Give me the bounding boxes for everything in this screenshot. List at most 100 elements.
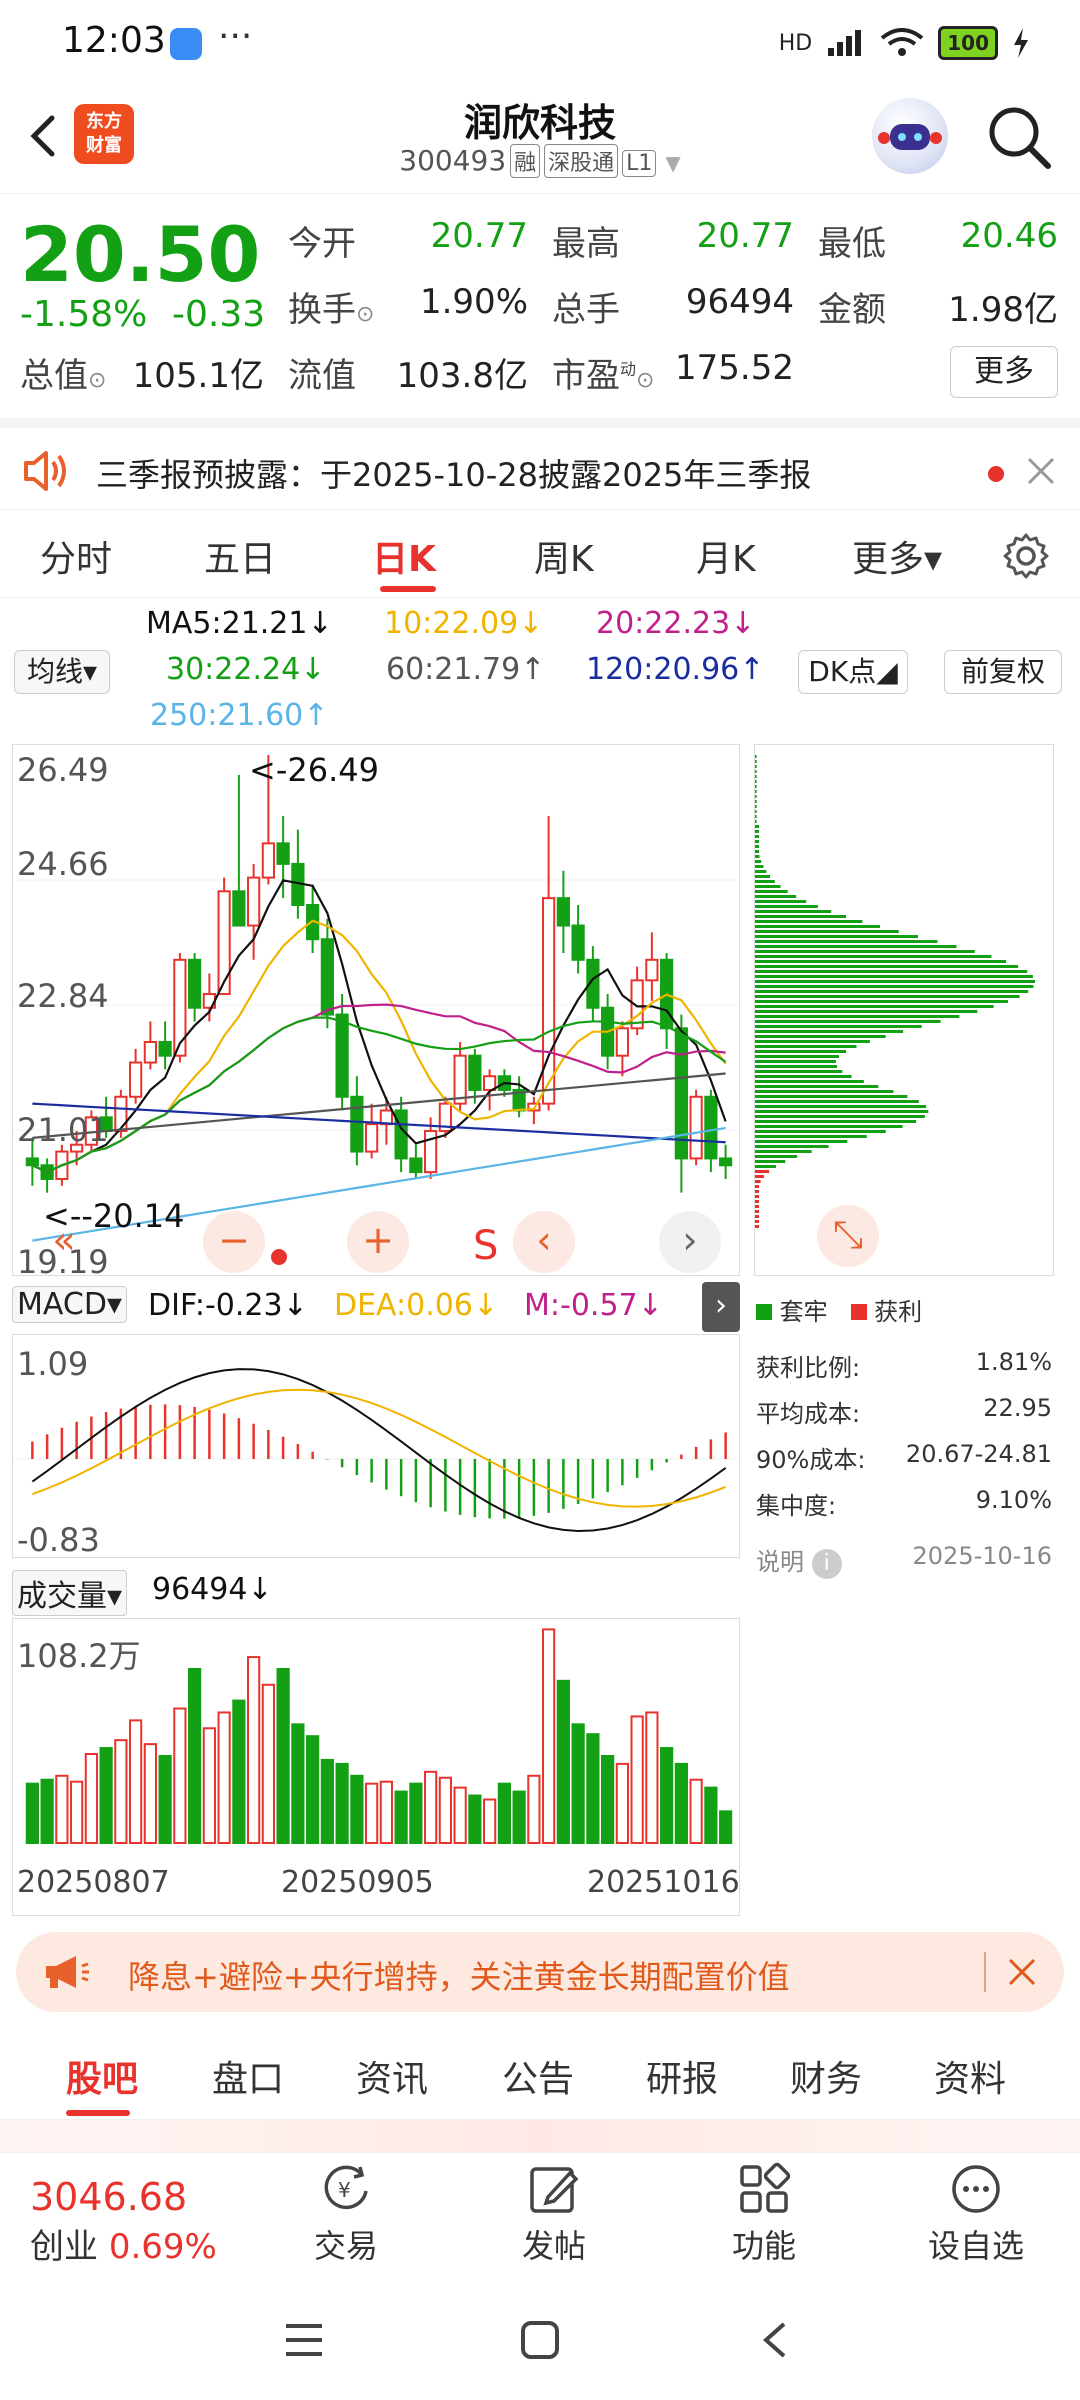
tab-daily-k[interactable]: 日K [372, 530, 436, 582]
candle-body [158, 1040, 172, 1057]
promo-banner[interactable]: 降息+避险+央行增持，关注黄金长期配置价值 [16, 1932, 1064, 2012]
tab-finance[interactable]: 财务 [790, 2050, 862, 2102]
nav-back-icon[interactable] [760, 2320, 790, 2360]
macd-legend: MACD▾ DIF:-0.23↓ DEA:0.06↓ M:-0.57↓ › [12, 1282, 740, 1332]
status-time: 12:03 [62, 20, 166, 61]
tab-more[interactable]: 更多▾ [852, 530, 942, 582]
chip-bar [755, 830, 759, 833]
tab-news[interactable]: 资讯 [356, 2050, 428, 2102]
post-button[interactable]: 发帖 [484, 2161, 624, 2267]
tab-orderbook[interactable]: 盘口 [212, 2050, 284, 2102]
chip-bar [755, 1160, 786, 1163]
zoom-out-button[interactable]: − [203, 1211, 265, 1273]
tab-announcements[interactable]: 公告 [502, 2050, 574, 2102]
volume-bar [320, 1758, 334, 1844]
dk-point-button[interactable]: DK点◢ [798, 650, 908, 694]
ma-toggle[interactable]: 均线▾ [14, 650, 110, 694]
tab-weekly-k[interactable]: 周K [534, 530, 594, 582]
add-watchlist-button[interactable]: 设自选 [906, 2161, 1046, 2267]
chip-bar [755, 1020, 941, 1023]
tab-forum[interactable]: 股吧 [66, 2050, 138, 2102]
macd-toggle[interactable]: MACD▾ [12, 1286, 127, 1323]
notice-bar[interactable]: 三季报预披露：于2025-10-28披露2025年三季报 [0, 418, 1080, 510]
index-ticker[interactable]: 3046.68 创业 0.69% [30, 2175, 250, 2268]
volume-bar [158, 1754, 172, 1844]
volume-bar [188, 1667, 202, 1845]
candle-body [719, 1157, 733, 1167]
volume-chart[interactable]: 108.2万 20250807 20250905 20251016 [12, 1618, 740, 1916]
chip-bar [755, 805, 757, 808]
assistant-robot-icon[interactable] [872, 98, 948, 174]
chip-bar [755, 910, 832, 913]
volume-bar [719, 1810, 733, 1845]
amount-value: 1.98亿 [948, 290, 1058, 330]
more-circle-icon [952, 2165, 1000, 2213]
tag-connect: 深股通 [544, 144, 619, 178]
chip-bar [755, 1080, 864, 1083]
adjust-button[interactable]: 前复权 [944, 650, 1062, 694]
ma5-value: MA5:21.21↓ [146, 606, 333, 641]
functions-button[interactable]: 功能 [694, 2161, 834, 2267]
scroll-left-icon[interactable]: « [33, 1211, 95, 1273]
banner-close-icon[interactable] [1006, 1956, 1038, 1988]
volume-bar [84, 1752, 98, 1844]
macd-chart[interactable]: 1.09 -0.83 [12, 1334, 741, 1559]
close-icon[interactable] [1026, 456, 1056, 486]
candle-body [645, 958, 659, 982]
tab-5day[interactable]: 五日 [204, 530, 276, 582]
low-label: 最低 [818, 224, 886, 264]
settings-gear-icon[interactable] [1002, 532, 1050, 580]
chip-bar [755, 935, 918, 938]
macd-svg [13, 1368, 741, 1532]
chip-bar [755, 1085, 879, 1088]
chip-bar [755, 1070, 843, 1073]
chip-distribution[interactable]: ⤡ [754, 744, 1054, 1276]
chip-bar [755, 875, 771, 878]
chip-bar [755, 1050, 847, 1053]
volume-bar [512, 1790, 526, 1844]
tab-intraday[interactable]: 分时 [40, 530, 112, 582]
chip-bar [755, 1105, 927, 1108]
chip-bar [755, 825, 759, 828]
search-icon[interactable] [984, 102, 1054, 172]
candle-body [188, 958, 202, 1009]
indicator-expand-icon[interactable]: › [702, 1282, 740, 1332]
svg-text:¥: ¥ [338, 2178, 351, 2202]
x-tick-3: 20251016 [587, 1865, 740, 1900]
trade-button[interactable]: ¥ 交易 [276, 2161, 416, 2267]
system-nav-bar [0, 2276, 1080, 2400]
volume-bar [70, 1780, 84, 1845]
tab-profile[interactable]: 资料 [934, 2050, 1006, 2102]
chip-bar [755, 770, 757, 773]
high-value: 20.77 [696, 216, 794, 256]
home-icon[interactable] [520, 2320, 560, 2360]
volume-y-max: 108.2万 [17, 1637, 141, 1675]
chip-bar [755, 1025, 922, 1028]
chip-bar [755, 1185, 759, 1188]
more-button[interactable]: 更多 [950, 346, 1058, 398]
volume-bar [217, 1711, 231, 1844]
next-button[interactable]: › [659, 1211, 721, 1273]
chip-bar [755, 1165, 776, 1168]
tab-monthly-k[interactable]: 月K [696, 530, 756, 582]
float-label: 流值 [288, 356, 356, 396]
tab-research[interactable]: 研报 [646, 2050, 718, 2102]
menu-icon[interactable] [284, 2322, 324, 2358]
zoom-in-button[interactable]: + [347, 1211, 409, 1273]
kline-chart[interactable]: 26.49 24.66 22.84 21.01 19.19 <-26.49 <-… [12, 744, 741, 1281]
speaker-icon [24, 451, 66, 491]
feed-preview-strip [0, 2120, 1080, 2152]
volume-bar [25, 1782, 39, 1844]
chip-bar [755, 990, 1029, 993]
prev-button[interactable]: ‹ [513, 1211, 575, 1273]
chip-date: 2025-10-16 [912, 1542, 1052, 1570]
chip-help[interactable]: 说明 i [756, 1542, 842, 1579]
chip-bar [755, 1135, 867, 1138]
network-hd-label: HD [778, 30, 813, 56]
chip-bar [755, 1170, 770, 1173]
chip-bar [755, 1030, 904, 1033]
chip-bar [755, 915, 847, 918]
expand-icon[interactable]: ⤡ [817, 1205, 879, 1267]
volume-toggle[interactable]: 成交量▾ [12, 1570, 128, 1616]
volume-bar [99, 1747, 113, 1844]
